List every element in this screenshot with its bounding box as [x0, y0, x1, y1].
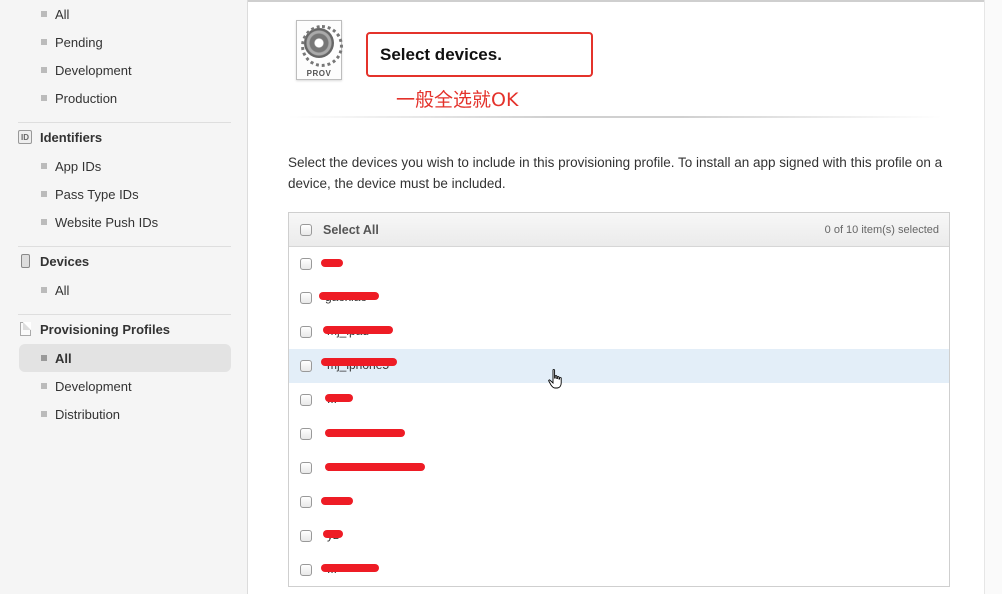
device-checkbox[interactable]: [300, 394, 312, 406]
redaction-mark: [325, 429, 405, 437]
header-divider: [288, 116, 942, 118]
select-all-checkbox[interactable]: [300, 224, 312, 236]
redaction-mark: [319, 292, 379, 300]
device-row[interactable]: ...: [289, 485, 949, 519]
document-icon: [18, 322, 32, 336]
sidebar-item-label: Website Push IDs: [55, 214, 159, 230]
sidebar-item-certificates-pending[interactable]: Pending: [19, 28, 231, 56]
device-row[interactable]: ...: [289, 383, 949, 417]
sidebar-item-certificates-all[interactable]: All: [19, 0, 231, 28]
bullet-icon: [41, 163, 47, 169]
bullet-icon: [41, 219, 47, 225]
bullet-icon: [41, 383, 47, 389]
device-checkbox[interactable]: [300, 428, 312, 440]
bullet-icon: [41, 39, 47, 45]
sidebar-item-certificates-development[interactable]: Development: [19, 56, 231, 84]
bullet-icon: [41, 95, 47, 101]
bullet-icon: [41, 411, 47, 417]
redaction-mark: [321, 259, 343, 267]
device-row[interactable]: ...: [289, 417, 949, 451]
redaction-mark: [323, 326, 393, 334]
bullet-icon: [41, 287, 47, 293]
iphone-icon: [18, 254, 32, 268]
device-list: Select All 0 of 10 item(s) selected ... …: [288, 212, 950, 587]
provisioning-profile-icon: PROV: [296, 20, 344, 82]
section-title: Provisioning Profiles: [40, 321, 171, 337]
page-title: Select devices.: [366, 32, 593, 77]
sidebar-divider: [18, 246, 231, 247]
sidebar: All Pending Development Production ID Id…: [0, 0, 248, 594]
sidebar-item-app-ids[interactable]: App IDs: [19, 152, 231, 180]
device-row[interactable]: mj_iphone5: [289, 349, 949, 383]
redaction-mark: [321, 358, 397, 366]
selection-count: 0 of 10 item(s) selected: [824, 224, 939, 236]
redaction-mark: [321, 564, 379, 572]
device-checkbox[interactable]: [300, 326, 312, 338]
select-all-label[interactable]: Select All: [323, 223, 379, 237]
device-row[interactable]: ...: [289, 553, 949, 587]
sidebar-item-pass-type-ids[interactable]: Pass Type IDs: [19, 180, 231, 208]
gear-icon: [301, 25, 343, 67]
sidebar-item-devices-all[interactable]: All: [19, 276, 231, 304]
section-title: Devices: [40, 253, 90, 269]
device-row[interactable]: ...: [289, 247, 949, 281]
device-checkbox[interactable]: [300, 292, 312, 304]
list-header: Select All 0 of 10 item(s) selected: [289, 213, 949, 247]
prov-label: PROV: [306, 69, 332, 78]
sidebar-item-label: Development: [55, 378, 132, 394]
sidebar-item-profiles-all[interactable]: All: [19, 344, 231, 372]
instructions-text: Select the devices you wish to include i…: [288, 155, 943, 191]
annotation-note: 一般全选就OK: [396, 89, 519, 111]
device-checkbox[interactable]: [300, 258, 312, 270]
section-provisioning-profiles[interactable]: Provisioning Profiles: [18, 318, 230, 340]
sidebar-item-profiles-development[interactable]: Development: [19, 372, 231, 400]
sidebar-item-label: Development: [55, 62, 132, 78]
top-border: [248, 0, 984, 2]
device-checkbox[interactable]: [300, 530, 312, 542]
section-devices[interactable]: Devices: [18, 250, 230, 272]
device-row[interactable]: gaoxiao: [289, 281, 949, 315]
bullet-icon: [41, 355, 47, 361]
sidebar-item-label: Distribution: [55, 406, 121, 422]
device-row[interactable]: mj_ipad: [289, 315, 949, 349]
redaction-mark: [325, 394, 353, 402]
sidebar-item-label: All: [55, 282, 70, 298]
redaction-mark: [323, 530, 343, 538]
device-checkbox[interactable]: [300, 496, 312, 508]
sidebar-item-profiles-distribution[interactable]: Distribution: [19, 400, 231, 428]
sidebar-divider: [18, 122, 231, 123]
sidebar-item-website-push-ids[interactable]: Website Push IDs: [19, 208, 231, 236]
bullet-icon: [41, 67, 47, 73]
bullet-icon: [41, 11, 47, 17]
bullet-icon: [41, 191, 47, 197]
section-title: Identifiers: [40, 129, 103, 145]
sidebar-item-certificates-production[interactable]: Production: [19, 84, 231, 112]
vertical-scrollbar[interactable]: [984, 0, 1002, 594]
sidebar-item-label: Pass Type IDs: [55, 186, 139, 202]
sidebar-item-label: App IDs: [55, 158, 102, 174]
device-checkbox[interactable]: [300, 564, 312, 576]
hand-cursor-icon: [548, 369, 562, 389]
device-checkbox[interactable]: [300, 462, 312, 474]
sidebar-item-label: All: [55, 350, 72, 366]
sidebar-divider: [18, 314, 231, 315]
main-content: PROV Select devices. 一般全选就OK Select the …: [248, 0, 984, 594]
section-identifiers[interactable]: ID Identifiers: [18, 126, 230, 148]
device-row[interactable]: yz: [289, 519, 949, 553]
device-row[interactable]: ...: [289, 451, 949, 485]
redaction-mark: [321, 497, 353, 505]
sidebar-item-label: All: [55, 6, 70, 22]
sidebar-item-label: Pending: [55, 34, 103, 50]
redaction-mark: [325, 463, 425, 471]
id-badge-icon: ID: [18, 130, 32, 144]
sidebar-item-label: Production: [55, 90, 118, 106]
device-checkbox[interactable]: [300, 360, 312, 372]
